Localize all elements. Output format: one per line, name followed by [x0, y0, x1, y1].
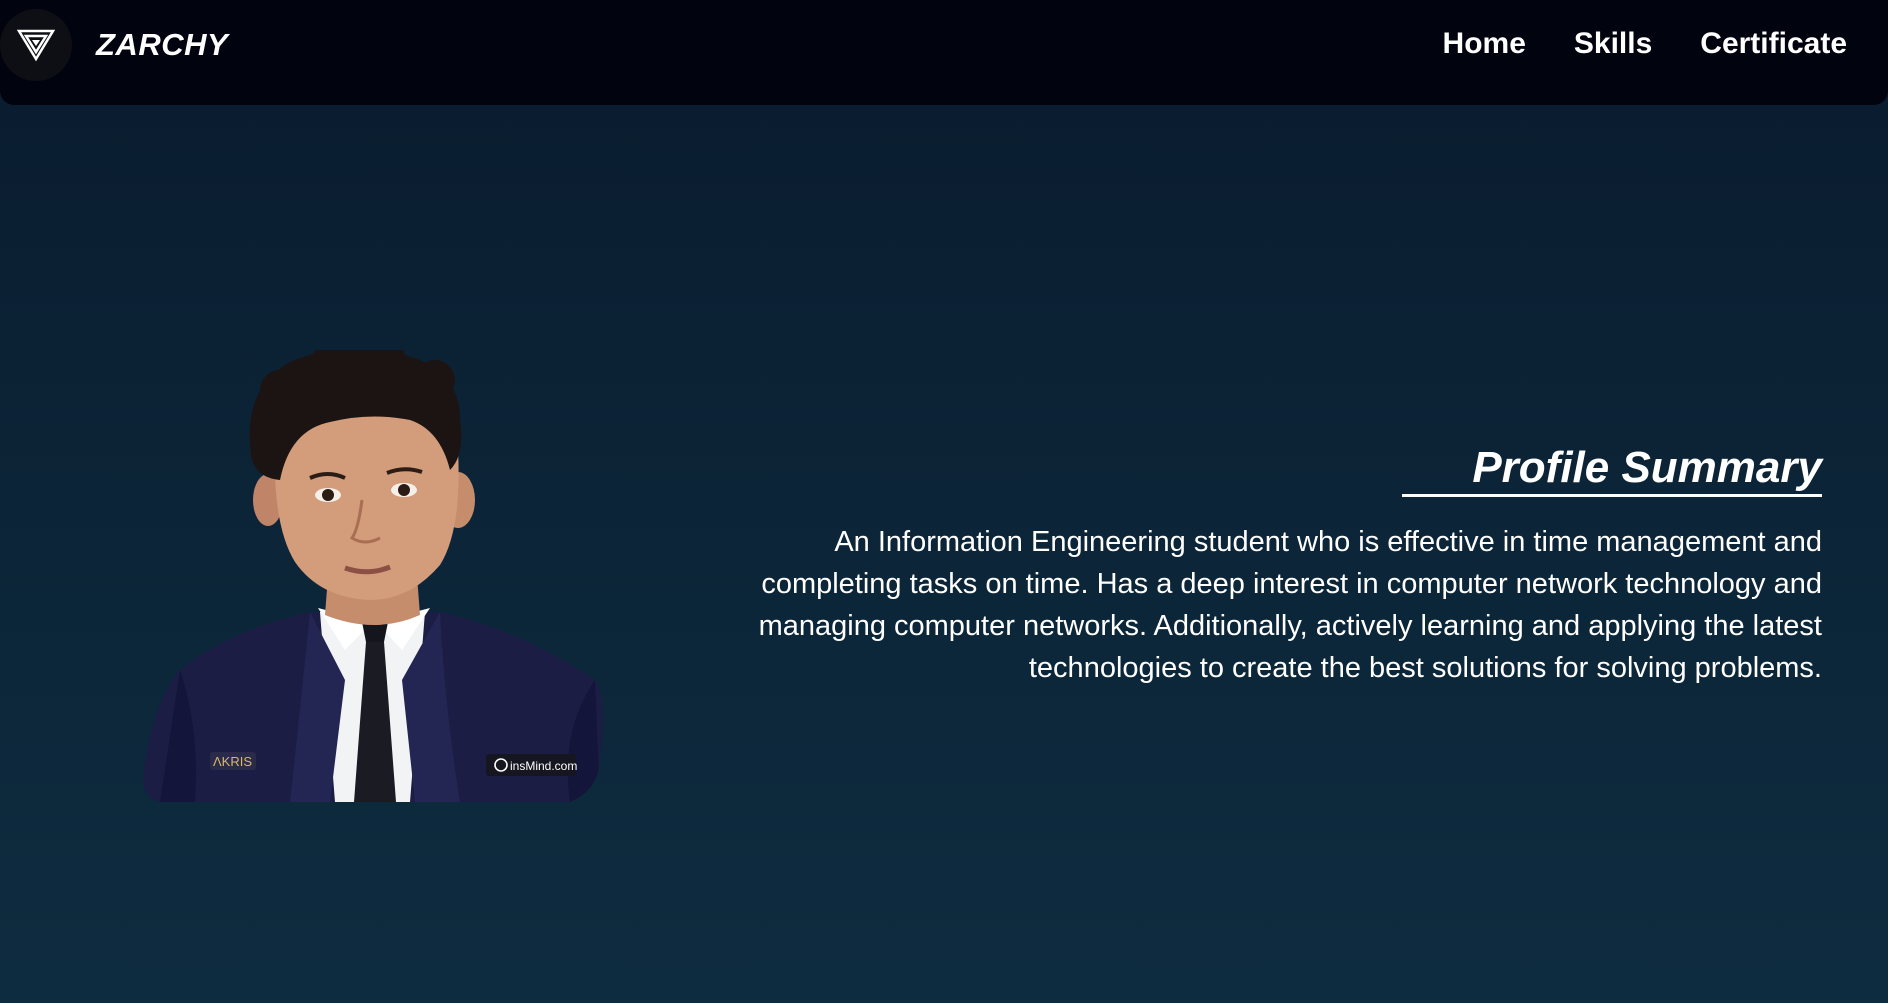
nav-links: Home Skills Certificate [1443, 27, 1847, 61]
profile-photo: ΛKRIS insMind.com [140, 338, 605, 802]
nav-home-link[interactable]: Home [1443, 27, 1526, 61]
insmind-watermark: insMind.com [510, 759, 577, 773]
navbar: ZARCHY Home Skills Certificate [0, 0, 1888, 105]
profile-summary-title: Profile Summary [1402, 443, 1822, 498]
nav-certificate-link[interactable]: Certificate [1700, 27, 1847, 61]
profile-summary-section: Profile Summary An Information Engineeri… [722, 443, 1822, 718]
nav-skills-link[interactable]: Skills [1574, 27, 1652, 61]
triangle-logo-icon[interactable] [0, 9, 72, 81]
brand-name[interactable]: ZARCHY [96, 27, 228, 63]
name-badge: ΛKRIS [213, 754, 252, 769]
profile-summary-text: An Information Engineering student who i… [758, 526, 1822, 685]
brand[interactable]: ZARCHY [0, 9, 228, 81]
